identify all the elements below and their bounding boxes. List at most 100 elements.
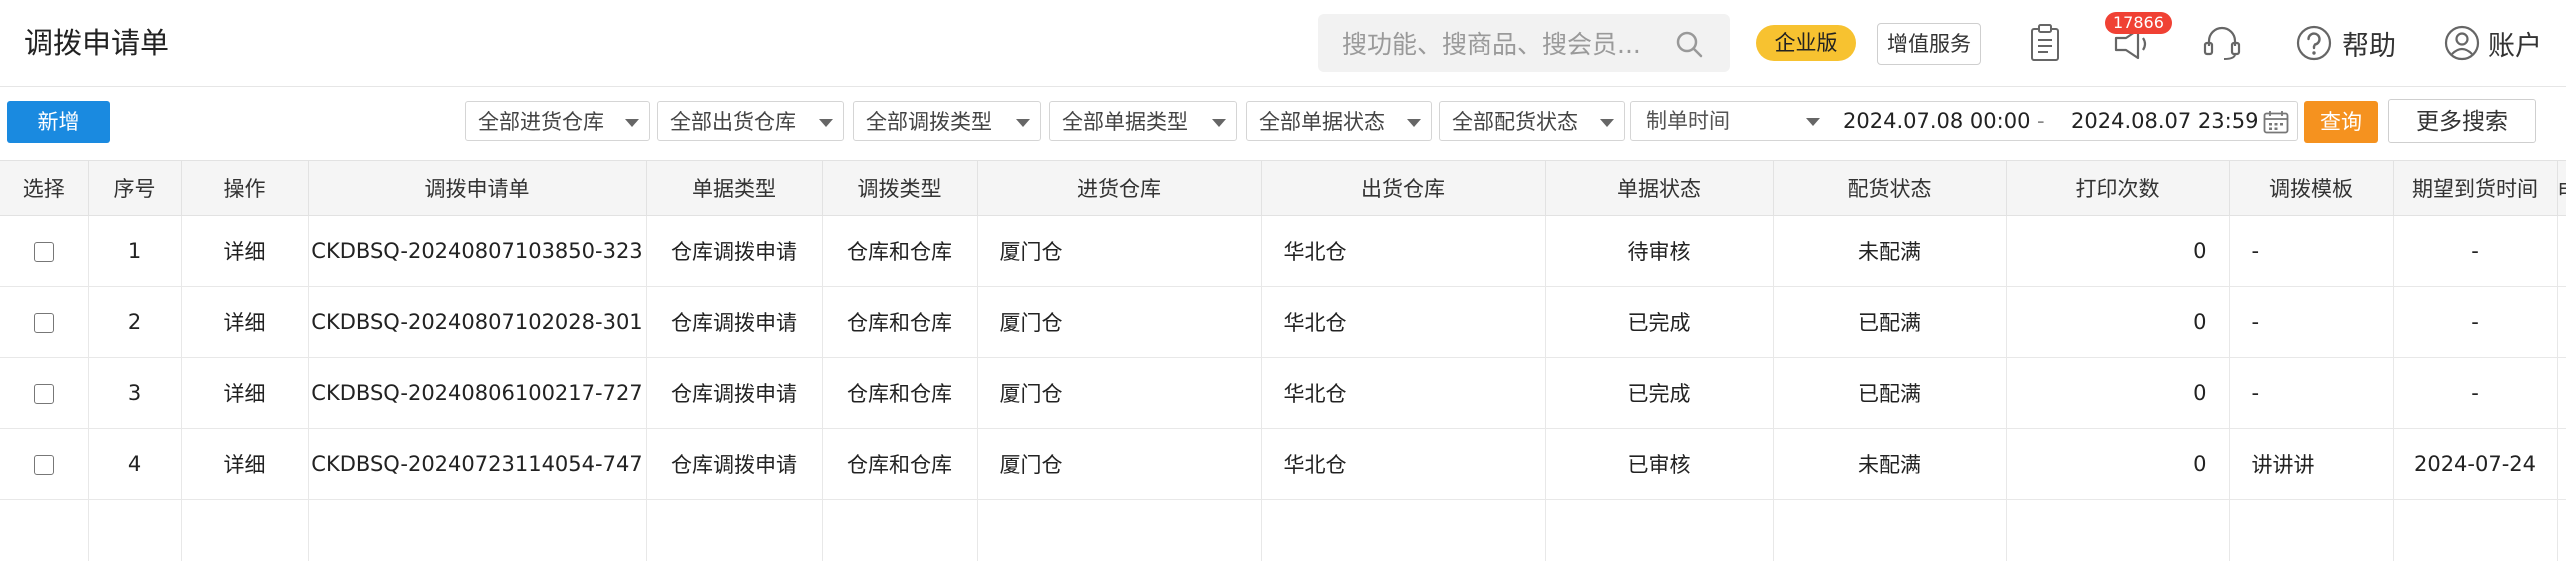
table-empty-area: [0, 499, 2566, 561]
detail-link[interactable]: 详细: [181, 215, 309, 287]
row-index: 4: [88, 428, 182, 500]
clipboard-icon[interactable]: [2030, 24, 2060, 62]
column-header-applicant-label: 申请: [2558, 175, 2566, 205]
document-status-filter[interactable]: 全部单据状态: [1246, 101, 1432, 141]
expected-arrival: -: [2393, 215, 2558, 287]
more-search-button[interactable]: 更多搜索: [2388, 99, 2536, 143]
dist-status: 已配满: [1773, 357, 2007, 429]
doc-status: 已审核: [1545, 428, 1774, 500]
doc-status: 已完成: [1545, 357, 1774, 429]
doc-type: 仓库调拨申请: [646, 357, 823, 429]
date-end[interactable]: 2024.08.07 23:59: [2071, 102, 2258, 140]
empty-cell: [1545, 499, 1774, 561]
row-select-cell[interactable]: [0, 286, 89, 358]
detail-link[interactable]: 详细: [181, 428, 309, 500]
column-header-dist-status[interactable]: 配货状态: [1773, 160, 2007, 216]
distribution-status-filter[interactable]: 全部配货状态: [1439, 101, 1625, 141]
dist-status: 未配满: [1773, 215, 2007, 287]
template: -: [2229, 357, 2394, 429]
empty-cell: [1261, 499, 1546, 561]
template: 讲讲讲: [2229, 428, 2394, 500]
value-added-services-button[interactable]: 增值服务: [1877, 23, 1981, 65]
table-header-row: 选择 序号 操作 调拨申请单 单据类型 调拨类型 进货仓库 出货仓库 单据状态 …: [0, 160, 2566, 216]
column-header-doc-type[interactable]: 单据类型: [646, 160, 823, 216]
new-button[interactable]: 新增: [7, 101, 110, 143]
chevron-down-icon[interactable]: [1806, 118, 1820, 126]
date-separator: -: [2037, 109, 2045, 133]
order-number: CKDBSQ-20240806100217-727: [308, 357, 647, 429]
in-warehouse-filter[interactable]: 全部进货仓库: [465, 101, 650, 141]
table-row: 1 详细 CKDBSQ-20240807103850-323 仓库调拨申请 仓库…: [0, 215, 2566, 287]
row-index: 3: [88, 357, 182, 429]
transfer-type: 仓库和仓库: [822, 357, 978, 429]
doc-status: 待审核: [1545, 215, 1774, 287]
filter-label: 全部配货状态: [1452, 110, 1578, 134]
search-icon[interactable]: [1674, 29, 1704, 59]
order-number: CKDBSQ-20240807103850-323: [308, 215, 647, 287]
doc-type: 仓库调拨申请: [646, 428, 823, 500]
empty-cell: [1773, 499, 2007, 561]
search-input[interactable]: [1340, 24, 1674, 64]
expected-arrival: -: [2393, 357, 2558, 429]
column-header-applicant[interactable]: 申请: [2557, 160, 2566, 216]
global-search[interactable]: [1318, 14, 1730, 72]
chevron-down-icon: [1407, 119, 1421, 127]
account-link[interactable]: 账户: [2488, 24, 2542, 63]
row-select-cell[interactable]: [0, 357, 89, 429]
date-start[interactable]: 2024.07.08 00:00: [1843, 102, 2030, 140]
detail-link[interactable]: 详细: [181, 286, 309, 358]
out-warehouse: 华北仓: [1261, 357, 1546, 429]
transfer-type-filter[interactable]: 全部调拨类型: [853, 101, 1041, 141]
applicant: [2557, 286, 2566, 358]
print-count: 0: [2006, 428, 2230, 500]
help-icon[interactable]: [2295, 24, 2333, 62]
document-type-filter[interactable]: 全部单据类型: [1049, 101, 1237, 141]
in-warehouse: 厦门仓: [977, 357, 1262, 429]
in-warehouse: 厦门仓: [977, 215, 1262, 287]
row-select-cell[interactable]: [0, 428, 89, 500]
column-header-template[interactable]: 调拨模板: [2229, 160, 2394, 216]
detail-link[interactable]: 详细: [181, 357, 309, 429]
filter-label: 全部单据类型: [1062, 110, 1188, 134]
order-number: CKDBSQ-20240807102028-301: [308, 286, 647, 358]
column-header-in-warehouse[interactable]: 进货仓库: [977, 160, 1262, 216]
row-checkbox[interactable]: [33, 455, 54, 475]
column-header-out-warehouse[interactable]: 出货仓库: [1261, 160, 1546, 216]
row-checkbox[interactable]: [33, 313, 54, 333]
chevron-down-icon: [1212, 119, 1226, 127]
calendar-icon[interactable]: [2263, 110, 2289, 134]
row-checkbox[interactable]: [33, 242, 54, 262]
filter-label: 全部出货仓库: [670, 110, 796, 134]
empty-cell: [2393, 499, 2558, 561]
applicant: [2557, 215, 2566, 287]
dist-status: 已配满: [1773, 286, 2007, 358]
transfer-type: 仓库和仓库: [822, 215, 978, 287]
empty-cell: [822, 499, 978, 561]
column-header-expected-arrival[interactable]: 期望到货时间: [2393, 160, 2558, 216]
user-icon[interactable]: [2443, 24, 2481, 62]
print-count: 0: [2006, 286, 2230, 358]
column-header-print-count[interactable]: 打印次数: [2006, 160, 2230, 216]
filter-label: 全部调拨类型: [866, 110, 992, 134]
transfer-type: 仓库和仓库: [822, 286, 978, 358]
chevron-down-icon: [1600, 119, 1614, 127]
column-header-doc-status[interactable]: 单据状态: [1545, 160, 1774, 216]
headset-icon[interactable]: [2202, 24, 2242, 62]
date-field-label[interactable]: 制单时间: [1646, 102, 1730, 140]
out-warehouse-filter[interactable]: 全部出货仓库: [657, 101, 844, 141]
column-header-transfer-type[interactable]: 调拨类型: [822, 160, 978, 216]
row-select-cell[interactable]: [0, 215, 89, 287]
empty-cell: [88, 499, 182, 561]
edition-badge: 企业版: [1756, 25, 1856, 61]
help-link[interactable]: 帮助: [2342, 24, 2396, 63]
out-warehouse: 华北仓: [1261, 428, 1546, 500]
chevron-down-icon: [625, 119, 639, 127]
empty-cell: [646, 499, 823, 561]
date-range-picker[interactable]: 制单时间 2024.07.08 00:00 - 2024.08.07 23:59: [1630, 101, 2298, 141]
top-bar: 调拨申请单 企业版 增值服务 17866 帮助 账户: [0, 0, 2566, 87]
row-index: 2: [88, 286, 182, 358]
empty-cell: [2557, 499, 2566, 561]
query-button[interactable]: 查询: [2304, 101, 2378, 143]
column-header-order-no[interactable]: 调拨申请单: [308, 160, 647, 216]
row-checkbox[interactable]: [33, 384, 54, 404]
